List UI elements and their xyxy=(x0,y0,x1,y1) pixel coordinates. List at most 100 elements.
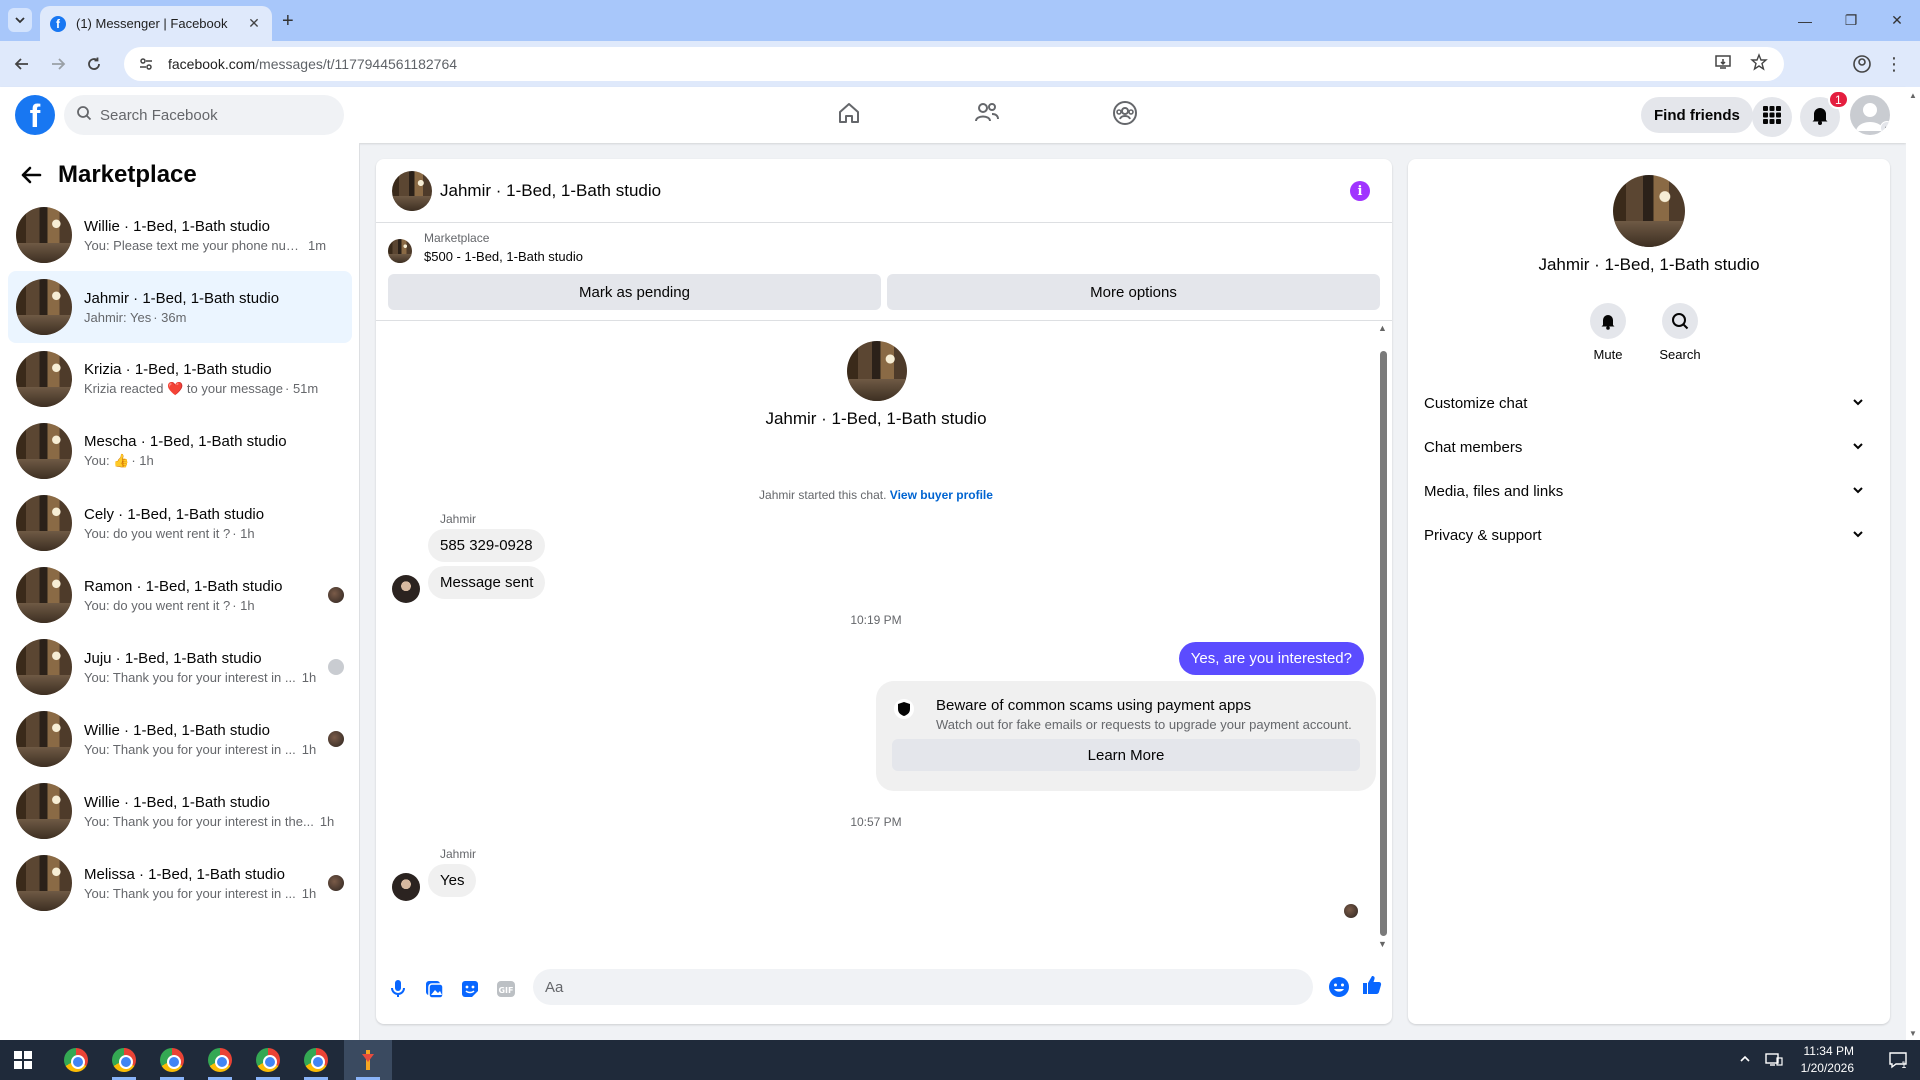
thumbs-up-icon[interactable] xyxy=(1360,973,1384,1002)
section-chat-members[interactable]: Chat members xyxy=(1424,425,1874,469)
search-in-conversation-button[interactable]: Search xyxy=(1650,303,1710,362)
conversation-item[interactable]: Melissa · 1-Bed, 1-Bath studio You: Than… xyxy=(8,847,352,919)
page-scrollbar[interactable]: ▲ ▼ xyxy=(1906,87,1920,1040)
mute-button[interactable]: Mute xyxy=(1578,303,1638,362)
conversation-name: Willie · 1-Bed, 1-Bath studio xyxy=(84,721,270,739)
scroll-down-icon[interactable]: ▼ xyxy=(1378,939,1387,949)
listing-thumbnail xyxy=(16,279,72,335)
sender-avatar[interactable] xyxy=(392,873,420,901)
system-clock[interactable]: 11:34 PM 1/20/2026 xyxy=(1801,1043,1854,1077)
message-bubble[interactable]: Yes xyxy=(428,864,477,897)
notification-center-count: 1 xyxy=(1901,1061,1907,1070)
chat-header-thumbnail[interactable] xyxy=(392,170,432,211)
conversation-item[interactable]: Juju · 1-Bed, 1-Bath studio You: Thank y… xyxy=(8,631,352,703)
view-buyer-profile-link[interactable]: View buyer profile xyxy=(890,488,993,502)
back-arrow-icon[interactable] xyxy=(16,160,46,190)
microphone-icon[interactable] xyxy=(380,971,416,1007)
conversation-snippet: You: Thank you for your interest in ... xyxy=(84,741,296,757)
menu-grid-button[interactable] xyxy=(1752,97,1792,137)
conversation-item[interactable]: Willie · 1-Bed, 1-Bath studio You: Thank… xyxy=(8,703,352,775)
taskbar-chrome-profile-icon[interactable] xyxy=(292,1040,340,1080)
sender-avatar[interactable] xyxy=(392,575,420,603)
chat-panel: Jahmir · 1-Bed, 1-Bath studio i Marketpl… xyxy=(376,159,1392,1024)
windows-start-icon[interactable] xyxy=(0,1040,46,1080)
emoji-icon[interactable] xyxy=(1328,976,1350,1003)
nav-groups[interactable] xyxy=(1056,87,1194,143)
taskbar-active-app-icon[interactable] xyxy=(344,1040,392,1080)
tray-chevron-up-icon[interactable] xyxy=(1739,1053,1751,1068)
notification-badge: 1 xyxy=(1828,90,1849,109)
taskbar-chrome-profile-icon[interactable] xyxy=(196,1040,244,1080)
taskbar-chrome-profile-icon[interactable] xyxy=(148,1040,196,1080)
photo-icon[interactable] xyxy=(416,971,452,1007)
sticker-icon[interactable] xyxy=(452,971,488,1007)
url-bar[interactable]: facebook.com/messages/t/1177944561182764 xyxy=(124,47,1784,81)
chat-scrollbar[interactable]: ▲ ▼ xyxy=(1376,321,1390,951)
back-icon[interactable] xyxy=(8,50,36,78)
chat-title[interactable]: Jahmir · 1-Bed, 1-Bath studio xyxy=(440,181,661,201)
notification-center-icon[interactable]: 1 xyxy=(1888,1050,1908,1071)
minimize-icon[interactable]: — xyxy=(1782,0,1828,41)
search-label: Search xyxy=(1659,347,1701,362)
conversation-item-active[interactable]: Jahmir · 1-Bed, 1-Bath studio Jahmir: Ye… xyxy=(8,271,352,343)
url-host: facebook.com xyxy=(168,56,256,72)
svg-text:GIF: GIF xyxy=(498,986,513,995)
scrollbar-thumb[interactable] xyxy=(1380,351,1387,936)
search-icon xyxy=(1662,303,1698,339)
browser-menu-icon[interactable]: ⋮ xyxy=(1882,52,1906,76)
sidebar-header: Marketplace xyxy=(16,155,197,195)
account-avatar[interactable]: ▾ xyxy=(1850,95,1890,135)
search-facebook-input[interactable]: Search Facebook xyxy=(64,95,344,135)
conversation-item[interactable]: Ramon · 1-Bed, 1-Bath studio You: do you… xyxy=(8,559,352,631)
my-message-bubble[interactable]: Yes, are you interested? xyxy=(1178,642,1364,675)
section-customize-chat[interactable]: Customize chat xyxy=(1424,381,1874,425)
scroll-up-icon[interactable]: ▲ xyxy=(1909,91,1917,100)
listing-thumbnail xyxy=(16,639,72,695)
learn-more-button[interactable]: Learn More xyxy=(892,739,1360,771)
network-icon[interactable] xyxy=(1764,1051,1783,1070)
scroll-down-icon[interactable]: ▼ xyxy=(1909,1029,1917,1038)
site-info-icon[interactable] xyxy=(136,54,156,74)
reload-icon[interactable] xyxy=(80,50,108,78)
scam-warning-text: Watch out for fake emails or requests to… xyxy=(936,717,1352,732)
close-tab-icon[interactable]: ✕ xyxy=(246,15,262,32)
taskbar-chrome-icon[interactable] xyxy=(52,1040,100,1080)
marketplace-listing-bar[interactable]: Marketplace $500 - 1-Bed, 1-Bath studio xyxy=(388,231,583,264)
conversation-time: · 36m xyxy=(153,309,187,325)
scroll-up-icon[interactable]: ▲ xyxy=(1378,323,1387,333)
section-privacy-support[interactable]: Privacy & support xyxy=(1424,513,1874,557)
mark-as-pending-button[interactable]: Mark as pending xyxy=(388,274,881,310)
listing-thumbnail xyxy=(16,351,72,407)
forward-icon[interactable] xyxy=(44,50,72,78)
window-close-icon[interactable]: ✕ xyxy=(1874,0,1920,41)
more-options-button[interactable]: More options xyxy=(887,274,1380,310)
conversation-item[interactable]: Krizia · 1-Bed, 1-Bath studio Krizia rea… xyxy=(8,343,352,415)
facebook-logo-icon[interactable]: f xyxy=(15,95,55,135)
conversation-item[interactable]: Willie · 1-Bed, 1-Bath studio You: Pleas… xyxy=(8,199,352,271)
message-bubble[interactable]: Message sent xyxy=(428,566,546,599)
gif-icon[interactable]: GIF xyxy=(488,971,524,1007)
conversation-item[interactable]: Cely · 1-Bed, 1-Bath studio You: do you … xyxy=(8,487,352,559)
conversation-name: Ramon · 1-Bed, 1-Bath studio xyxy=(84,577,283,595)
new-tab-button[interactable]: + xyxy=(282,10,294,33)
nav-home[interactable] xyxy=(780,87,918,143)
timestamp: 10:57 PM xyxy=(850,815,902,829)
seen-avatar xyxy=(328,875,344,891)
taskbar-chrome-profile-icon[interactable] xyxy=(244,1040,292,1080)
taskbar-chrome-profile-icon[interactable] xyxy=(100,1040,148,1080)
restore-icon[interactable]: ❐ xyxy=(1828,0,1874,41)
conversation-item[interactable]: Mescha · 1-Bed, 1-Bath studio You: 👍 · 1h xyxy=(8,415,352,487)
tab-search-button[interactable] xyxy=(8,8,32,32)
bookmark-star-icon[interactable] xyxy=(1750,52,1768,76)
conversation-item[interactable]: Willie · 1-Bed, 1-Bath studio You: Thank… xyxy=(8,775,352,847)
listing-thumbnail xyxy=(16,495,72,551)
info-icon[interactable]: i xyxy=(1350,181,1370,201)
find-friends-button[interactable]: Find friends xyxy=(1641,97,1753,133)
browser-profile-icon[interactable] xyxy=(1850,52,1874,76)
browser-tab-messenger[interactable]: f (1) Messenger | Facebook ✕ xyxy=(40,6,272,41)
message-bubble[interactable]: 585 329-0928 xyxy=(428,529,545,562)
message-input[interactable]: Aa xyxy=(533,969,1313,1005)
nav-friends[interactable] xyxy=(918,87,1056,143)
section-media-files-links[interactable]: Media, files and links xyxy=(1424,469,1874,513)
install-app-icon[interactable] xyxy=(1714,53,1732,76)
